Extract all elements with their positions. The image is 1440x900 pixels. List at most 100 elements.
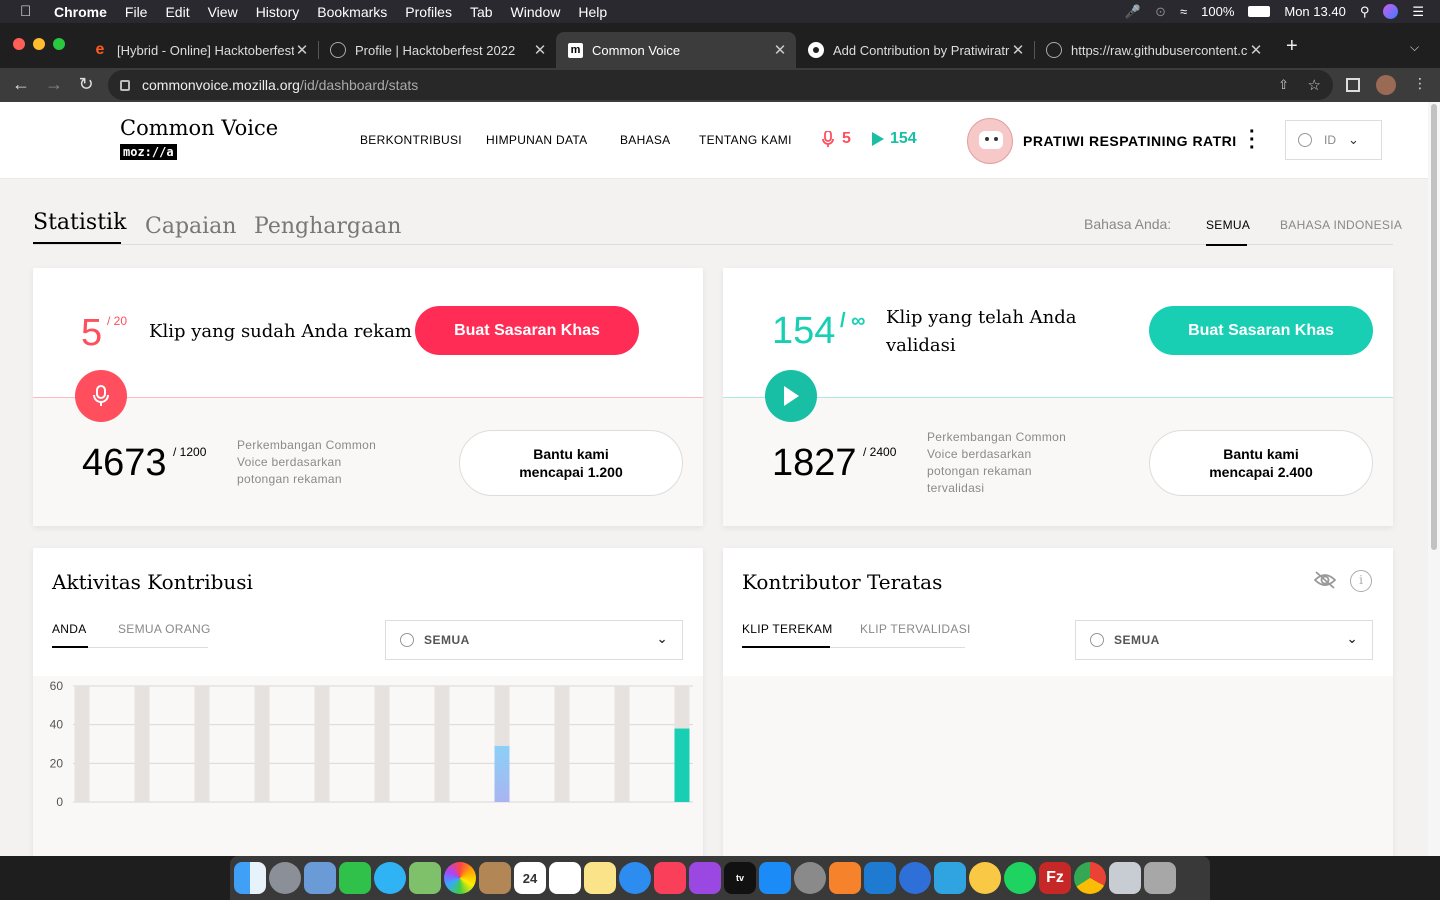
finder-icon[interactable] <box>234 862 266 894</box>
facetime-icon[interactable] <box>339 862 371 894</box>
contacts-icon[interactable] <box>479 862 511 894</box>
share-icon[interactable]: ⇧ <box>1278 77 1289 93</box>
browser-menu-kebab-icon[interactable]: ⋮ <box>1413 75 1427 92</box>
visibility-off-icon[interactable] <box>1313 570 1337 590</box>
pages-icon[interactable] <box>829 862 861 894</box>
network-icon[interactable] <box>1109 862 1141 894</box>
validate-play-button[interactable] <box>765 370 817 422</box>
top-tab-validated[interactable]: KLIP TERVALIDASI <box>860 622 971 636</box>
header-recorded-stat[interactable]: 5 <box>822 130 851 148</box>
preview-icon[interactable] <box>304 862 336 894</box>
grapher-icon[interactable] <box>969 862 1001 894</box>
tab-hacktoberfest-event[interactable]: e [Hybrid - Online] Hacktoberfest ✕ <box>80 32 318 68</box>
activity-tab-you[interactable]: ANDA <box>52 622 87 636</box>
reminders-icon[interactable] <box>549 862 581 894</box>
photos-icon[interactable] <box>444 862 476 894</box>
help-reach-goal-button[interactable]: Bantu kami mencapai 1.200 <box>459 430 683 496</box>
maps-icon[interactable] <box>409 862 441 894</box>
spotlight-search-icon[interactable]: ⚲ <box>1360 4 1370 20</box>
side-panel-icon[interactable] <box>1346 78 1360 92</box>
help-reach-goal-button[interactable]: Bantu kami mencapai 2.400 <box>1149 430 1373 496</box>
record-mic-button[interactable] <box>75 370 127 422</box>
menu-bookmarks[interactable]: Bookmarks <box>317 4 387 20</box>
nav-himpunan-data[interactable]: HIMPUNAN DATA <box>486 133 587 147</box>
forward-arrow-icon[interactable]: → <box>43 74 65 95</box>
back-arrow-icon[interactable]: ← <box>10 74 32 95</box>
user-menu-kebab-icon[interactable]: · · · <box>1249 122 1256 158</box>
control-center-icon[interactable]: ☰ <box>1412 4 1424 20</box>
header-validated-stat[interactable]: 154 <box>872 130 917 148</box>
bluetooth-icon[interactable]: ⊙ <box>1155 4 1166 20</box>
siri-icon[interactable] <box>1383 4 1399 19</box>
telegram-icon[interactable] <box>934 862 966 894</box>
wifi-icon[interactable]: ≈ <box>1180 4 1187 19</box>
tab-hacktoberfest-profile[interactable]: Profile | Hacktoberfest 2022 ✕ <box>318 32 556 68</box>
close-window-button[interactable] <box>13 38 25 50</box>
apple-icon[interactable]:  <box>20 3 40 20</box>
messages-icon[interactable] <box>374 862 406 894</box>
site-logo-title[interactable]: Common Voice <box>120 116 278 140</box>
custom-goal-button[interactable]: Buat Sasaran Khas <box>415 306 639 355</box>
system-preferences-icon[interactable] <box>794 862 826 894</box>
calendar-icon[interactable]: 24 <box>514 862 546 894</box>
menu-tab[interactable]: Tab <box>470 4 493 20</box>
menu-app-name[interactable]: Chrome <box>54 4 107 20</box>
username[interactable]: PRATIWI RESPATINING RATRI <box>1023 133 1237 149</box>
menu-edit[interactable]: Edit <box>165 4 189 20</box>
activity-tab-everyone[interactable]: SEMUA ORANG <box>118 622 211 636</box>
user-avatar[interactable] <box>967 118 1013 164</box>
tab-penghargaan[interactable]: Penghargaan <box>254 214 401 239</box>
filezilla-icon[interactable]: Fz <box>1039 862 1071 894</box>
microphone-icon[interactable]: 🎤 <box>1125 4 1141 20</box>
close-tab-icon[interactable]: ✕ <box>294 41 310 59</box>
mozilla-logo[interactable]: moz://a <box>120 144 177 160</box>
language-filter-indonesia[interactable]: BAHASA INDONESIA <box>1280 218 1402 232</box>
safari-icon[interactable] <box>619 862 651 894</box>
reload-icon[interactable]: ↻ <box>75 74 97 95</box>
trash-icon[interactable] <box>1144 862 1176 894</box>
menu-file[interactable]: File <box>125 4 148 20</box>
page-scrollbar-thumb[interactable] <box>1431 104 1437 550</box>
info-icon[interactable]: i <box>1350 570 1372 592</box>
notes-icon[interactable] <box>584 862 616 894</box>
close-tab-icon[interactable]: ✕ <box>772 41 788 59</box>
menu-profiles[interactable]: Profiles <box>405 4 452 20</box>
custom-goal-button[interactable]: Buat Sasaran Khas <box>1149 306 1373 355</box>
tab-search-chevron-icon[interactable]: ⌵ <box>1410 40 1419 55</box>
apple-tv-icon[interactable]: tv <box>724 862 756 894</box>
address-bar[interactable]: commonvoice.mozilla.org/id/dashboard/sta… <box>108 70 1333 100</box>
language-filter-all[interactable]: SEMUA <box>1206 218 1250 232</box>
tab-github-contribution[interactable]: Add Contribution by Pratiwiratri ✕ <box>796 32 1034 68</box>
profile-avatar[interactable] <box>1376 75 1396 95</box>
nav-tentang-kami[interactable]: TENTANG KAMI <box>699 133 792 147</box>
menu-view[interactable]: View <box>208 4 238 20</box>
nav-berkontribusi[interactable]: BERKONTRIBUSI <box>360 133 462 147</box>
tab-common-voice[interactable]: m Common Voice ✕ <box>556 32 796 68</box>
chrome-icon[interactable] <box>1074 862 1106 894</box>
battery-icon[interactable] <box>1248 6 1271 17</box>
close-tab-icon[interactable]: ✕ <box>1248 41 1264 59</box>
podcasts-icon[interactable] <box>689 862 721 894</box>
activity-language-dropdown[interactable]: SEMUA ⌄ <box>385 620 683 660</box>
tab-statistik[interactable]: Statistik <box>33 210 126 235</box>
top-tab-recorded[interactable]: KLIP TEREKAM <box>742 622 833 636</box>
launchpad-icon[interactable] <box>269 862 301 894</box>
battery-percent[interactable]: 100% <box>1201 4 1234 19</box>
menu-history[interactable]: History <box>256 4 300 20</box>
spotify-icon[interactable] <box>1004 862 1036 894</box>
menu-help[interactable]: Help <box>578 4 607 20</box>
vscode-icon[interactable] <box>864 862 896 894</box>
bookmark-star-icon[interactable]: ☆ <box>1308 76 1321 94</box>
top-contributors-language-dropdown[interactable]: SEMUA ⌄ <box>1075 620 1373 660</box>
tab-capaian[interactable]: Capaian <box>145 214 236 239</box>
close-tab-icon[interactable]: ✕ <box>532 41 548 59</box>
tab-raw-githubusercontent[interactable]: https://raw.githubusercontent.com ✕ <box>1034 32 1272 68</box>
nav-bahasa[interactable]: BAHASA <box>620 133 671 147</box>
zoom-window-button[interactable] <box>53 38 65 50</box>
lock-icon[interactable] <box>120 79 130 91</box>
menu-window[interactable]: Window <box>511 4 561 20</box>
language-selector[interactable]: ID ⌄ <box>1285 120 1382 160</box>
xcode-instruments-icon[interactable] <box>899 862 931 894</box>
clock[interactable]: Mon 13.40 <box>1284 4 1345 19</box>
minimize-window-button[interactable] <box>33 38 45 50</box>
